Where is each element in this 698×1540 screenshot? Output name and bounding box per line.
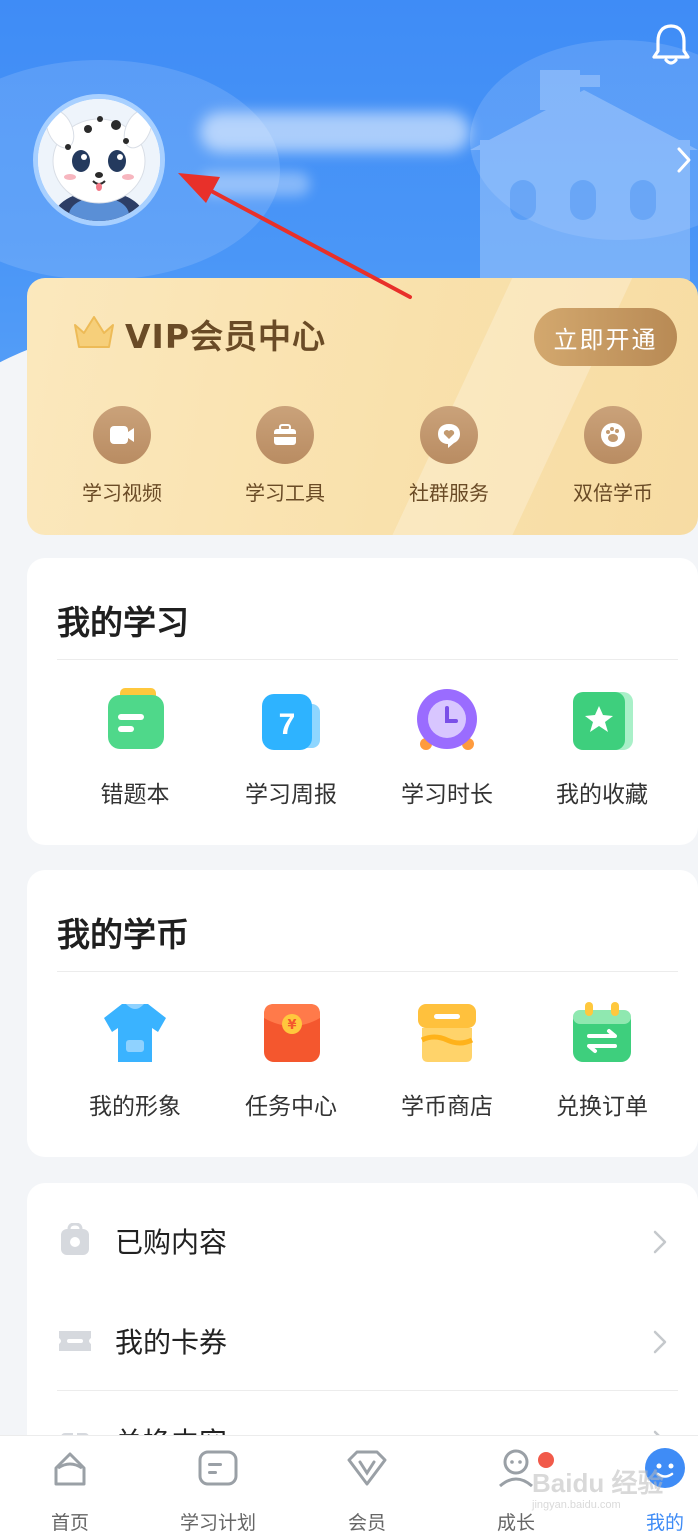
- open-vip-button[interactable]: 立即开通: [534, 308, 677, 366]
- username-blurred: [200, 112, 470, 152]
- my-coins-card: 我的学币 我的形象 ¥ 任务中心 学币商店 兑换订单: [27, 870, 698, 1157]
- tab-home[interactable]: 首页: [0, 1446, 140, 1535]
- alarm-clock-icon: [417, 689, 477, 750]
- section-title: 我的学币: [57, 915, 189, 954]
- entry-label: 错题本: [100, 782, 170, 808]
- svg-text:jingyan.baidu.com: jingyan.baidu.com: [531, 1499, 621, 1511]
- toolbox-icon: [256, 406, 314, 464]
- annotation-arrow: [178, 173, 412, 299]
- vip-item-community[interactable]: 社群服务: [369, 406, 529, 506]
- weekly-report-icon: 7: [262, 694, 320, 750]
- home-icon: [54, 1452, 86, 1486]
- svg-text:7: 7: [279, 708, 296, 741]
- weekly-report-entry[interactable]: 7 学习周报: [213, 688, 369, 809]
- study-time-entry[interactable]: 学习时长: [369, 688, 525, 809]
- vip-item-label: 学习工具: [245, 481, 325, 505]
- tab-study-plan[interactable]: 学习计划: [148, 1446, 288, 1535]
- crown-icon: [74, 316, 114, 348]
- vip-item-label: 社群服务: [409, 481, 489, 505]
- heart-chat-icon: [420, 406, 478, 464]
- paw-coin-icon: [584, 406, 642, 464]
- exchange-calendar-icon: [573, 1002, 631, 1062]
- list-item-label: 我的卡券: [115, 1326, 228, 1359]
- coupon-icon: [59, 1331, 91, 1351]
- entry-label: 我的形象: [89, 1094, 181, 1120]
- profile-page: VIP会员中心 立即开通 学习视频 学习工具 社群服务 双倍学币 我的学习 错题…: [0, 0, 698, 1540]
- video-icon: [93, 406, 151, 464]
- entry-label: 学习周报: [245, 782, 337, 808]
- tab-label: 我的: [645, 1512, 684, 1534]
- tab-vip[interactable]: 会员: [297, 1446, 437, 1535]
- vip-title: VIP会员中心: [125, 317, 327, 356]
- entry-label: 学习时长: [401, 782, 493, 808]
- entry-label: 我的收藏: [556, 782, 648, 808]
- list-item-label: 已购内容: [115, 1226, 228, 1259]
- mistake-notebook-entry[interactable]: 错题本: [57, 688, 213, 809]
- shop-icon: [418, 1004, 476, 1062]
- divider: [57, 659, 678, 660]
- chevron-right-icon: [653, 1230, 667, 1254]
- coin-shop-entry[interactable]: 学币商店: [369, 1000, 525, 1121]
- svg-text:Baidu 经验: Baidu 经验: [532, 1468, 663, 1498]
- vip-item-study-tools[interactable]: 学习工具: [205, 406, 365, 506]
- tab-label: 会员: [347, 1512, 386, 1534]
- mistake-notebook-icon: [108, 688, 164, 749]
- vip-item-label: 双倍学币: [573, 481, 653, 505]
- vip-item-double-coins[interactable]: 双倍学币: [533, 406, 693, 506]
- list-item-purchased[interactable]: 已购内容: [27, 1193, 698, 1291]
- avatar[interactable]: [33, 94, 165, 226]
- divider: [57, 971, 678, 972]
- chevron-right-icon: [653, 1330, 667, 1354]
- section-title: 我的学习: [57, 603, 189, 642]
- building-illustration: [470, 70, 698, 280]
- my-avatar-entry[interactable]: 我的形象: [57, 1000, 213, 1121]
- tab-label: 学习计划: [179, 1512, 256, 1534]
- exchange-orders-entry[interactable]: 兑换订单: [524, 1000, 680, 1121]
- favorites-entry[interactable]: 我的收藏: [524, 688, 680, 809]
- svg-text:¥: ¥: [287, 1018, 296, 1033]
- watermark-logo: Baidu 经验 jingyan.baidu.com: [531, 1468, 663, 1511]
- tab-label: 成长: [496, 1512, 535, 1534]
- my-study-card: 我的学习 错题本 7 学习周报 学习时长 我的收藏: [27, 558, 698, 845]
- dalmatian-mascot-icon: [38, 99, 160, 221]
- vip-diamond-icon: [347, 1450, 387, 1486]
- entry-label: 任务中心: [245, 1094, 337, 1120]
- tab-label: 首页: [50, 1512, 89, 1534]
- entry-label: 兑换订单: [556, 1094, 648, 1120]
- entry-label: 学币商店: [401, 1094, 493, 1120]
- baidu-jingyan-watermark: Baidu 经验 jingyan.baidu.com: [530, 1462, 690, 1512]
- vip-item-study-video[interactable]: 学习视频: [42, 406, 202, 506]
- vip-item-label: 学习视频: [82, 481, 162, 505]
- bell-icon[interactable]: [651, 22, 691, 66]
- red-envelope-icon: ¥: [264, 1004, 320, 1062]
- list-item-coupons[interactable]: 我的卡券: [27, 1293, 698, 1391]
- star-favorite-icon: [573, 692, 633, 750]
- tshirt-icon: [104, 1004, 166, 1062]
- divider: [57, 1390, 678, 1391]
- vip-benefits: 学习视频 学习工具 社群服务 双倍学币: [27, 406, 698, 516]
- purchased-bag-icon: [61, 1223, 89, 1255]
- chevron-right-icon[interactable]: [672, 143, 696, 177]
- vip-center-card[interactable]: VIP会员中心 立即开通 学习视频 学习工具 社群服务 双倍学币: [27, 278, 698, 535]
- plan-icon: [198, 1450, 238, 1486]
- task-center-entry[interactable]: ¥ 任务中心: [213, 1000, 369, 1121]
